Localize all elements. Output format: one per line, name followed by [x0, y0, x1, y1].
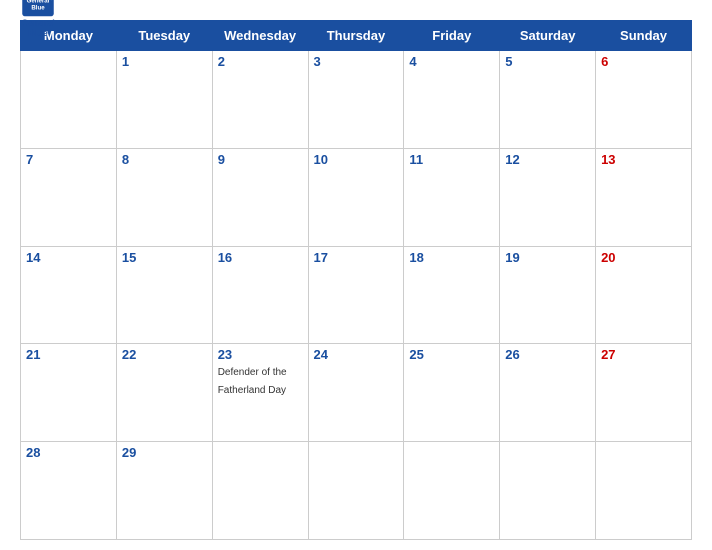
calendar-cell — [500, 442, 596, 540]
day-number: 3 — [314, 54, 399, 69]
calendar-cell: 14 — [21, 246, 117, 344]
calendar-cell: 6 — [596, 51, 692, 149]
logo: General Blue General Blue — [20, 0, 56, 38]
week-row-2: 789 10 11 12 13 — [21, 148, 692, 246]
calendar-cell: 2 — [212, 51, 308, 149]
weekday-header-saturday: Saturday — [500, 21, 596, 51]
day-number: 28 — [26, 445, 111, 460]
calendar-cell: 26 — [500, 344, 596, 442]
day-number: 1 — [122, 54, 207, 69]
calendar-cell: 12 — [500, 148, 596, 246]
calendar-cell: 16 — [212, 246, 308, 344]
day-number: 4 — [409, 54, 494, 69]
holiday-label: Defender of the Fatherland Day — [218, 367, 287, 396]
svg-text:Blue: Blue — [31, 4, 45, 11]
calendar-cell: 22 — [116, 344, 212, 442]
week-row-3: 14 15 16 17 18 19 20 — [21, 246, 692, 344]
day-number: 13 — [601, 152, 686, 167]
calendar-cell: 8 — [116, 148, 212, 246]
week-row-4: 21 22 23 Defender of the Fatherland Day 24 25… — [21, 344, 692, 442]
day-number: 16 — [218, 250, 303, 265]
calendar-cell: 25 — [404, 344, 500, 442]
calendar-cell: 1 — [116, 51, 212, 149]
calendar-cell — [21, 51, 117, 149]
day-number: 26 — [505, 347, 590, 362]
calendar-cell: 11 — [404, 148, 500, 246]
day-number: 29 — [122, 445, 207, 460]
day-number: 27 — [601, 347, 686, 362]
calendar-cell — [308, 442, 404, 540]
day-number: 12 — [505, 152, 590, 167]
calendar-cell: 10 — [308, 148, 404, 246]
calendar-cell: 20 — [596, 246, 692, 344]
calendar-cell: 17 — [308, 246, 404, 344]
day-number: 20 — [601, 250, 686, 265]
day-number: 14 — [26, 250, 111, 265]
calendar-cell: 9 — [212, 148, 308, 246]
day-number: 9 — [218, 152, 303, 167]
calendar-cell: 24 — [308, 344, 404, 442]
day-number: 25 — [409, 347, 494, 362]
calendar-cell: 13 — [596, 148, 692, 246]
day-number: 17 — [314, 250, 399, 265]
calendar-cell: 23 Defender of the Fatherland Day — [212, 344, 308, 442]
day-number: 18 — [409, 250, 494, 265]
day-number: 2 — [218, 54, 303, 69]
week-row-1: 123456 — [21, 51, 692, 149]
weekday-header-tuesday: Tuesday — [116, 21, 212, 51]
calendar-cell: 18 — [404, 246, 500, 344]
calendar-cell: 3 — [308, 51, 404, 149]
day-number: 7 — [26, 152, 111, 167]
calendar-cell — [404, 442, 500, 540]
day-number: 6 — [601, 54, 686, 69]
day-number: 22 — [122, 347, 207, 362]
day-number: 10 — [314, 152, 399, 167]
day-number: 19 — [505, 250, 590, 265]
calendar-cell — [596, 442, 692, 540]
day-number: 21 — [26, 347, 111, 362]
week-row-5: 28 29 — [21, 442, 692, 540]
calendar-table: MondayTuesdayWednesdayThursdayFridaySatu… — [20, 20, 692, 540]
day-number: 5 — [505, 54, 590, 69]
calendar-cell: 28 — [21, 442, 117, 540]
day-number: 23 — [218, 347, 303, 362]
day-number: 24 — [314, 347, 399, 362]
calendar-cell: 5 — [500, 51, 596, 149]
weekday-header-thursday: Thursday — [308, 21, 404, 51]
calendar-cell: 7 — [21, 148, 117, 246]
calendar-cell: 15 — [116, 246, 212, 344]
calendar-cell — [212, 442, 308, 540]
calendar-cell: 4 — [404, 51, 500, 149]
calendar-cell: 19 — [500, 246, 596, 344]
calendar-header: General Blue General Blue — [20, 10, 692, 14]
day-number: 11 — [409, 152, 494, 167]
day-number: 8 — [122, 152, 207, 167]
calendar-cell: 29 — [116, 442, 212, 540]
weekday-header-row: MondayTuesdayWednesdayThursdayFridaySatu… — [21, 21, 692, 51]
calendar-cell: 21 — [21, 344, 117, 442]
weekday-header-wednesday: Wednesday — [212, 21, 308, 51]
weekday-header-friday: Friday — [404, 21, 500, 51]
weekday-header-sunday: Sunday — [596, 21, 692, 51]
day-number: 15 — [122, 250, 207, 265]
calendar-cell: 27 — [596, 344, 692, 442]
